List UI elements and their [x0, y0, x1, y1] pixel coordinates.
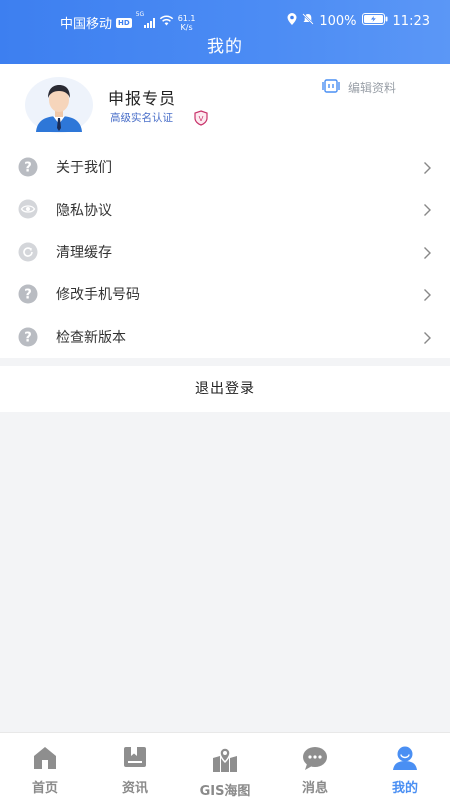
tab-home[interactable]: 首页	[0, 733, 90, 800]
map-icon	[212, 747, 238, 773]
network-label: 5G	[135, 11, 145, 18]
user-name: 申报专员	[108, 89, 177, 108]
speed-unit: K/s	[180, 22, 193, 32]
tab-label: 资讯	[121, 781, 148, 796]
menu-item-privacy[interactable]: 隐私协议	[0, 188, 450, 230]
question-icon: ?	[18, 157, 38, 177]
page-title: 我的	[207, 37, 243, 57]
menu-item-label: 隐私协议	[56, 202, 112, 219]
tab-gis-map[interactable]: GIS海图	[180, 733, 270, 800]
chevron-right-icon	[423, 202, 432, 217]
menu-item-label: 关于我们	[56, 160, 112, 177]
menu-item-clear-cache[interactable]: 清理缓存	[0, 231, 450, 273]
clock: 11:23	[392, 13, 430, 29]
chevron-right-icon	[423, 160, 432, 174]
edit-icon	[322, 79, 340, 96]
question-icon: ?	[18, 284, 38, 304]
chevron-right-icon	[423, 287, 432, 302]
tab-profile[interactable]: 我的	[360, 733, 450, 800]
badge-letter: V	[199, 115, 204, 123]
menu-item-label: 检查新版本	[56, 329, 126, 346]
header-bar: 中国移动 HD 5G 61.1 K/s 100% 11:23 我的	[0, 0, 450, 64]
menu-item-about[interactable]: ? 关于我们	[0, 146, 450, 188]
chevron-right-icon	[423, 245, 432, 259]
location-icon	[287, 13, 297, 29]
logout-button[interactable]: 退出登录	[0, 366, 450, 412]
tab-label: 我的	[391, 781, 418, 796]
eye-icon	[18, 199, 38, 219]
menu-item-change-phone[interactable]: ? 修改手机号码	[0, 273, 450, 315]
chevron-right-icon	[423, 330, 432, 344]
certification-label: 高级实名认证	[110, 112, 173, 124]
network-speed: 61.1 K/s	[178, 14, 196, 32]
svg-text:?: ?	[24, 288, 32, 303]
menu-item-label: 清理缓存	[56, 244, 112, 261]
chat-icon	[302, 745, 328, 771]
profile-card: 申报专员 高级实名认证 V 编辑资料	[0, 64, 450, 146]
tab-label: 消息	[301, 781, 328, 796]
edit-profile-label: 编辑资料	[348, 81, 397, 95]
edit-profile-button[interactable]: 编辑资料	[322, 79, 396, 96]
bottom-tab-bar: 首页 资讯 GIS海图 消息 我的	[0, 732, 450, 800]
hd-badge: HD	[116, 17, 132, 28]
tab-news[interactable]: 资讯	[90, 733, 180, 800]
signal-icon: 5G	[136, 11, 155, 28]
mute-bell-icon	[302, 13, 315, 29]
battery-percent: 100%	[319, 13, 357, 29]
carrier-label: 中国移动	[60, 17, 113, 32]
news-icon	[122, 745, 148, 771]
home-icon	[32, 745, 58, 771]
status-left: 中国移动 HD 5G 61.1 K/s	[60, 11, 196, 32]
vip-shield-icon: V	[193, 110, 209, 126]
svg-text:?: ?	[24, 161, 32, 176]
settings-menu: ? 关于我们 隐私协议 清理缓存 ? 修改手机号码 ? 检查新版本	[0, 146, 450, 358]
question-icon: ?	[18, 327, 38, 347]
avatar[interactable]	[24, 76, 94, 134]
speed-value: 61.1	[177, 13, 196, 23]
refresh-icon	[18, 242, 38, 262]
battery-icon	[361, 13, 388, 29]
user-icon	[392, 745, 418, 771]
menu-item-check-update[interactable]: ? 检查新版本	[0, 316, 450, 358]
tab-label: GIS海图	[199, 784, 251, 799]
menu-item-label: 修改手机号码	[56, 287, 140, 304]
tab-messages[interactable]: 消息	[270, 733, 360, 800]
svg-text:?: ?	[24, 330, 32, 345]
wifi-icon	[159, 15, 174, 30]
tab-label: 首页	[31, 781, 58, 796]
status-right: 100% 11:23	[287, 13, 430, 29]
